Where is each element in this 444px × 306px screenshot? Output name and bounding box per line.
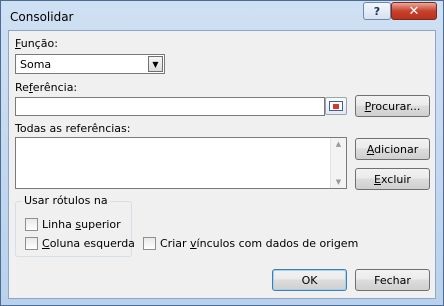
referencia-input[interactable] [15, 97, 325, 116]
ok-button-label: OK [301, 273, 318, 287]
ok-button[interactable]: OK [272, 269, 347, 291]
criar-vinculos-checkbox[interactable] [143, 237, 156, 250]
adicionar-button[interactable]: Adicionar [355, 138, 430, 160]
procurar-button[interactable]: Procurar... [355, 95, 430, 117]
help-button[interactable]: ? [363, 2, 391, 20]
fechar-button[interactable]: Fechar [355, 269, 430, 291]
list-scrollbar[interactable]: ▲ ▼ [330, 138, 346, 188]
todas-referencias-list[interactable]: ▲ ▼ [15, 137, 347, 189]
close-icon: ✕ [408, 3, 420, 19]
excluir-button-label: Excluir [374, 172, 411, 186]
scroll-down-icon[interactable]: ▼ [331, 178, 346, 186]
usar-rotulos-group: Usar rótulos na Linha superior Coluna es… [15, 194, 135, 257]
funcao-label: Função: [15, 37, 58, 50]
funcao-selected-value: Soma [20, 58, 52, 71]
usar-rotulos-title: Usar rótulos na [22, 194, 110, 207]
close-button[interactable]: ✕ [391, 2, 437, 20]
dialog-title: Consolidar [10, 10, 74, 24]
fechar-button-label: Fechar [374, 273, 411, 287]
funcao-dropdown[interactable]: Soma ▼ [15, 54, 165, 74]
consolidar-dialog: Consolidar ? ✕ Função: Soma ▼ Referência… [0, 0, 444, 306]
linha-superior-label[interactable]: Linha superior [42, 218, 121, 231]
excluir-button[interactable]: Excluir [355, 168, 430, 190]
collapse-dialog-button[interactable] [325, 97, 347, 115]
chevron-down-icon[interactable]: ▼ [148, 56, 163, 72]
adicionar-button-label: Adicionar [366, 142, 419, 156]
scroll-up-icon[interactable]: ▲ [331, 140, 346, 148]
linha-superior-checkbox[interactable] [25, 218, 38, 231]
coluna-esquerda-checkbox[interactable] [25, 237, 38, 250]
title-bar: Consolidar ? ✕ [1, 1, 443, 31]
coluna-esquerda-label[interactable]: Coluna esquerda [42, 237, 135, 250]
referencia-label: Referência: [15, 81, 78, 94]
help-icon: ? [373, 4, 381, 18]
criar-vinculos-label[interactable]: Criar vínculos com dados de origem [160, 237, 358, 250]
dialog-body: Função: Soma ▼ Referência: Procurar... T… [8, 30, 436, 299]
procurar-button-label: Procurar... [364, 99, 421, 113]
todas-referencias-label: Todas as referências: [15, 122, 131, 135]
